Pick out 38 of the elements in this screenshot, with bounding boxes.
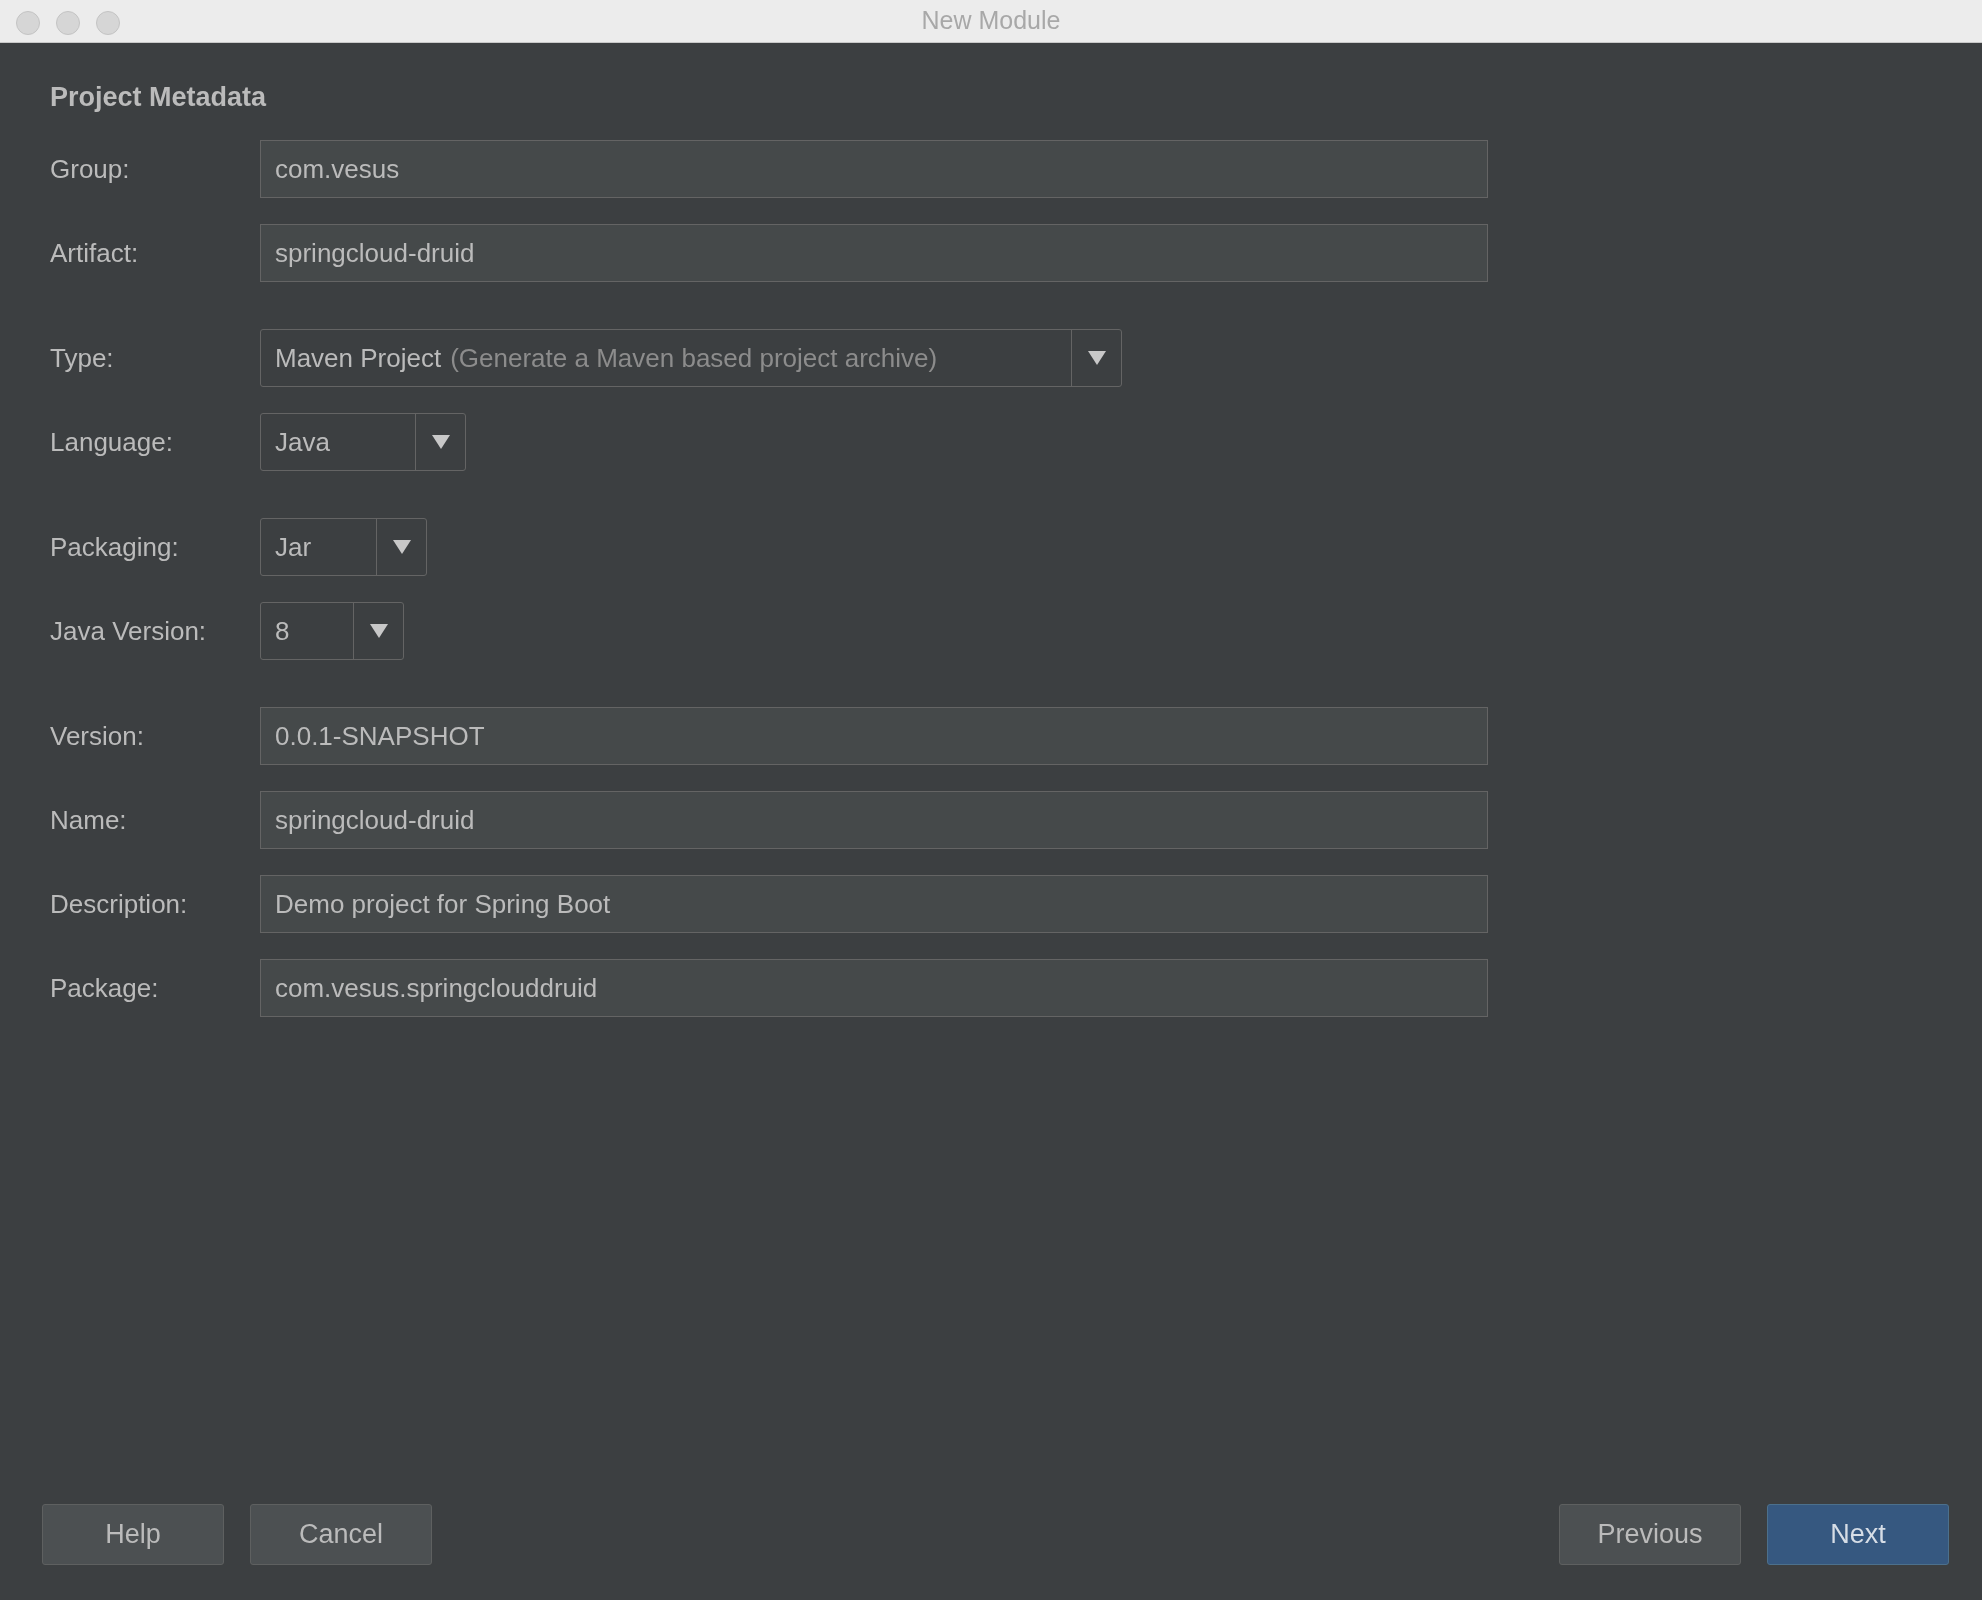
dropdown-arrow-icon — [431, 435, 450, 449]
window-title: New Module — [921, 5, 1061, 37]
dropdown-value: Maven Project — [275, 341, 442, 375]
field-label: Name: — [50, 803, 128, 837]
text-field[interactable]: 0.0.1-SNAPSHOT — [260, 707, 1488, 765]
text-field[interactable]: springcloud-druid — [260, 224, 1488, 282]
field-label: Java Version: — [50, 614, 208, 648]
field-label: Artifact: — [50, 236, 140, 270]
dialog-button[interactable]: Previous — [1559, 1504, 1741, 1565]
dropdown[interactable]: Jar — [260, 518, 427, 576]
field-label: Version: — [50, 719, 145, 753]
maximize-window-icon[interactable] — [96, 11, 120, 35]
text-field[interactable]: Demo project for Spring Boot — [260, 875, 1488, 933]
dropdown[interactable]: Java — [260, 413, 466, 471]
dropdown[interactable]: Maven Project (Generate a Maven based project archive) — [260, 329, 1122, 387]
field-label: Type: — [50, 341, 115, 375]
dialog-button[interactable]: Help — [42, 1504, 224, 1565]
dropdown-value: 8 — [275, 614, 290, 648]
section-heading: Project Metadata — [50, 81, 267, 114]
dropdown-value: Java — [275, 425, 330, 459]
dropdown-arrow-icon — [392, 540, 411, 554]
field-label: Group: — [50, 152, 131, 186]
dropdown-arrow-icon — [1087, 351, 1106, 365]
default-button[interactable]: Next — [1767, 1504, 1949, 1565]
text-field[interactable]: springcloud-druid — [260, 791, 1488, 849]
field-label: Description: — [50, 887, 189, 921]
close-window-icon[interactable] — [16, 11, 40, 35]
dropdown-value: Jar — [275, 530, 312, 564]
dropdown[interactable]: 8 — [260, 602, 404, 660]
dropdown-hint: (Generate a Maven based project archive) — [450, 341, 938, 375]
dropdown-arrow-icon — [369, 624, 388, 638]
text-field[interactable]: com.vesus — [260, 140, 1488, 198]
field-label: Packaging: — [50, 530, 180, 564]
field-label: Package: — [50, 971, 160, 1005]
dialog-button[interactable]: Cancel — [250, 1504, 432, 1565]
text-field[interactable]: com.vesus.springclouddruid — [260, 959, 1488, 1017]
field-label: Language: — [50, 425, 174, 459]
minimize-window-icon[interactable] — [56, 11, 80, 35]
